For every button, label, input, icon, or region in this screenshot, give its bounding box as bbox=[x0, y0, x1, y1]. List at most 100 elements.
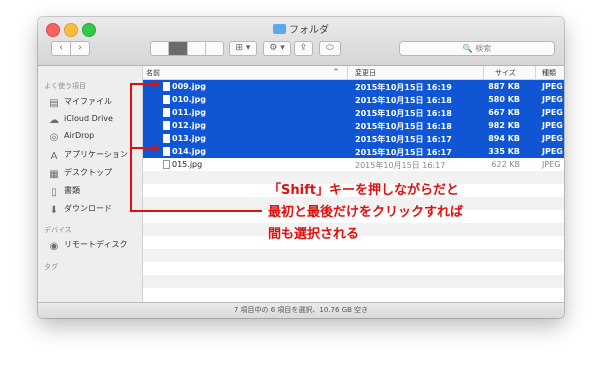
title-bar: フォルダ ‹ › ⊞ ▾ ⚙ ▾ ⇪ ⬭ 🔍 検索 bbox=[38, 17, 564, 66]
annotation-arrow-head bbox=[153, 80, 160, 88]
sidebar-item-documents[interactable]: ▯ 書類 bbox=[49, 185, 80, 199]
annotation-pointer-line bbox=[130, 210, 262, 212]
file-row-selected[interactable]: 012.jpg 2015年10月15日 16:18 982 KB JPEG bbox=[143, 119, 564, 132]
file-size: 580 KB bbox=[488, 95, 520, 104]
file-row-selected[interactable]: 009.jpg 2015年10月15日 16:19 887 KB JPEG bbox=[143, 80, 564, 93]
file-row-selected[interactable]: 010.jpg 2015年10月15日 16:18 580 KB JPEG bbox=[143, 93, 564, 106]
sort-indicator: ^ bbox=[333, 68, 339, 76]
column-divider[interactable] bbox=[347, 66, 348, 79]
file-row-selected[interactable]: 011.jpg 2015年10月15日 16:18 667 KB JPEG bbox=[143, 106, 564, 119]
cloud-icon: ☁ bbox=[49, 115, 59, 126]
forward-button[interactable]: › bbox=[70, 41, 90, 56]
annotation-arrow-head bbox=[153, 144, 160, 152]
jpeg-file-icon bbox=[163, 95, 170, 104]
window-title-text: フォルダ bbox=[289, 25, 329, 36]
file-date: 2015年10月15日 16:19 bbox=[355, 83, 452, 92]
sidebar-item-label: ダウンロード bbox=[64, 204, 112, 213]
sidebar-item-label: リモートディスク bbox=[64, 240, 128, 249]
file-kind: JPEG bbox=[542, 134, 563, 143]
sidebar-item-applications[interactable]: A アプリケーション bbox=[49, 149, 128, 163]
column-header-row: 名前 ^ 変更日 サイズ 種類 bbox=[143, 66, 564, 80]
back-button[interactable]: ‹ bbox=[51, 41, 71, 56]
sidebar: よく使う項目 ▤ マイファイル ☁ iCloud Drive ◎ AirDrop Aア… bbox=[38, 66, 143, 302]
sidebar-item-remote-disc[interactable]: ◉ リモートディスク bbox=[49, 239, 128, 253]
column-header-name[interactable]: 名前 bbox=[146, 68, 160, 78]
applications-icon: A bbox=[50, 151, 58, 162]
file-kind: JPEG bbox=[542, 160, 561, 169]
icon-view-button[interactable] bbox=[151, 42, 170, 55]
file-date: 2015年10月15日 16:18 bbox=[355, 122, 452, 131]
sidebar-item-label: アプリケーション bbox=[64, 150, 128, 159]
folder-icon bbox=[273, 24, 286, 34]
annotation-arrow-line bbox=[130, 147, 154, 149]
search-input[interactable]: 🔍 検索 bbox=[399, 41, 555, 56]
annotation-note: 「Shift」キーを押しながらだと 最初と最後だけをクリックすれば 間も選択され… bbox=[268, 180, 518, 246]
cover-flow-view-button[interactable] bbox=[206, 42, 223, 55]
sidebar-item-airdrop[interactable]: ◎ AirDrop bbox=[49, 131, 95, 145]
file-size: 894 KB bbox=[488, 134, 520, 143]
empty-row bbox=[143, 288, 564, 301]
file-kind: JPEG bbox=[542, 147, 563, 156]
file-name: 011.jpg bbox=[172, 108, 206, 117]
file-date: 2015年10月15日 16:18 bbox=[355, 109, 452, 118]
sidebar-item-label: マイファイル bbox=[64, 97, 112, 106]
sidebar-item-downloads[interactable]: ⬇ ダウンロード bbox=[49, 203, 112, 217]
list-view-button[interactable] bbox=[169, 42, 188, 55]
jpeg-file-icon bbox=[163, 108, 170, 117]
sidebar-item-icloud-drive[interactable]: ☁ iCloud Drive bbox=[49, 114, 113, 128]
remote-disc-icon: ◉ bbox=[49, 241, 59, 252]
file-kind: JPEG bbox=[542, 121, 563, 130]
jpeg-file-icon bbox=[163, 160, 170, 169]
file-date: 2015年10月15日 16:17 bbox=[355, 148, 452, 157]
file-row[interactable]: 015.jpg 2015年10月15日 16:17 622 KB JPEG bbox=[143, 158, 564, 171]
empty-row bbox=[143, 275, 564, 288]
file-name: 015.jpg bbox=[172, 160, 203, 169]
file-name: 009.jpg bbox=[172, 82, 206, 91]
airdrop-icon: ◎ bbox=[49, 132, 59, 143]
annotation-line: 最初と最後だけをクリックすれば bbox=[268, 205, 464, 220]
file-row-selected[interactable]: 014.jpg 2015年10月15日 16:17 335 KB JPEG bbox=[143, 145, 564, 158]
file-size: 982 KB bbox=[488, 121, 520, 130]
file-name: 013.jpg bbox=[172, 134, 206, 143]
view-mode-control[interactable] bbox=[150, 41, 224, 56]
file-kind: JPEG bbox=[542, 108, 563, 117]
favorites-header: よく使う項目 bbox=[44, 82, 86, 90]
jpeg-file-icon bbox=[163, 82, 170, 91]
column-view-button[interactable] bbox=[188, 42, 206, 55]
sidebar-item-desktop[interactable]: ▦ デスクトップ bbox=[49, 167, 112, 181]
window-title: フォルダ bbox=[38, 21, 564, 36]
edit-tags-button[interactable]: ⬭ bbox=[319, 41, 341, 56]
empty-row bbox=[143, 249, 564, 262]
sidebar-item-label: iCloud Drive bbox=[64, 114, 113, 123]
desktop-icon: ▦ bbox=[49, 169, 59, 180]
tags-header: タグ bbox=[44, 263, 58, 271]
arrange-button[interactable]: ⊞ ▾ bbox=[229, 41, 257, 56]
jpeg-file-icon bbox=[163, 121, 170, 130]
status-bar: 7 項目中の 6 項目を選択、10.76 GB 空き bbox=[38, 302, 564, 318]
file-date: 2015年10月15日 16:18 bbox=[355, 96, 452, 105]
file-size: 622 KB bbox=[491, 160, 520, 169]
sidebar-item-label: 書類 bbox=[64, 186, 80, 195]
column-header-kind[interactable]: 種類 bbox=[542, 68, 556, 78]
finder-window: フォルダ ‹ › ⊞ ▾ ⚙ ▾ ⇪ ⬭ 🔍 検索 よく使う項目 ▤ マイファイル… bbox=[38, 17, 564, 318]
file-name: 014.jpg bbox=[172, 147, 206, 156]
jpeg-file-icon bbox=[163, 134, 170, 143]
annotation-line: 「Shift」キーを押しながらだと bbox=[268, 183, 459, 198]
file-kind: JPEG bbox=[542, 82, 563, 91]
column-header-size[interactable]: サイズ bbox=[495, 68, 516, 78]
column-divider[interactable] bbox=[483, 66, 484, 79]
downloads-icon: ⬇ bbox=[49, 205, 59, 216]
column-header-date[interactable]: 変更日 bbox=[355, 68, 376, 78]
file-name: 012.jpg bbox=[172, 121, 206, 130]
sidebar-item-all-my-files[interactable]: ▤ マイファイル bbox=[49, 96, 112, 110]
file-row-selected[interactable]: 013.jpg 2015年10月15日 16:17 894 KB JPEG bbox=[143, 132, 564, 145]
file-size: 887 KB bbox=[488, 82, 520, 91]
empty-row bbox=[143, 262, 564, 275]
action-gear-button[interactable]: ⚙ ▾ bbox=[263, 41, 291, 56]
share-button[interactable]: ⇪ bbox=[294, 41, 313, 56]
annotation-arrow-line bbox=[130, 83, 154, 85]
sidebar-item-label: AirDrop bbox=[64, 131, 95, 140]
annotation-line: 間も選択される bbox=[268, 227, 360, 242]
column-divider[interactable] bbox=[535, 66, 536, 79]
sidebar-item-label: デスクトップ bbox=[64, 168, 112, 177]
